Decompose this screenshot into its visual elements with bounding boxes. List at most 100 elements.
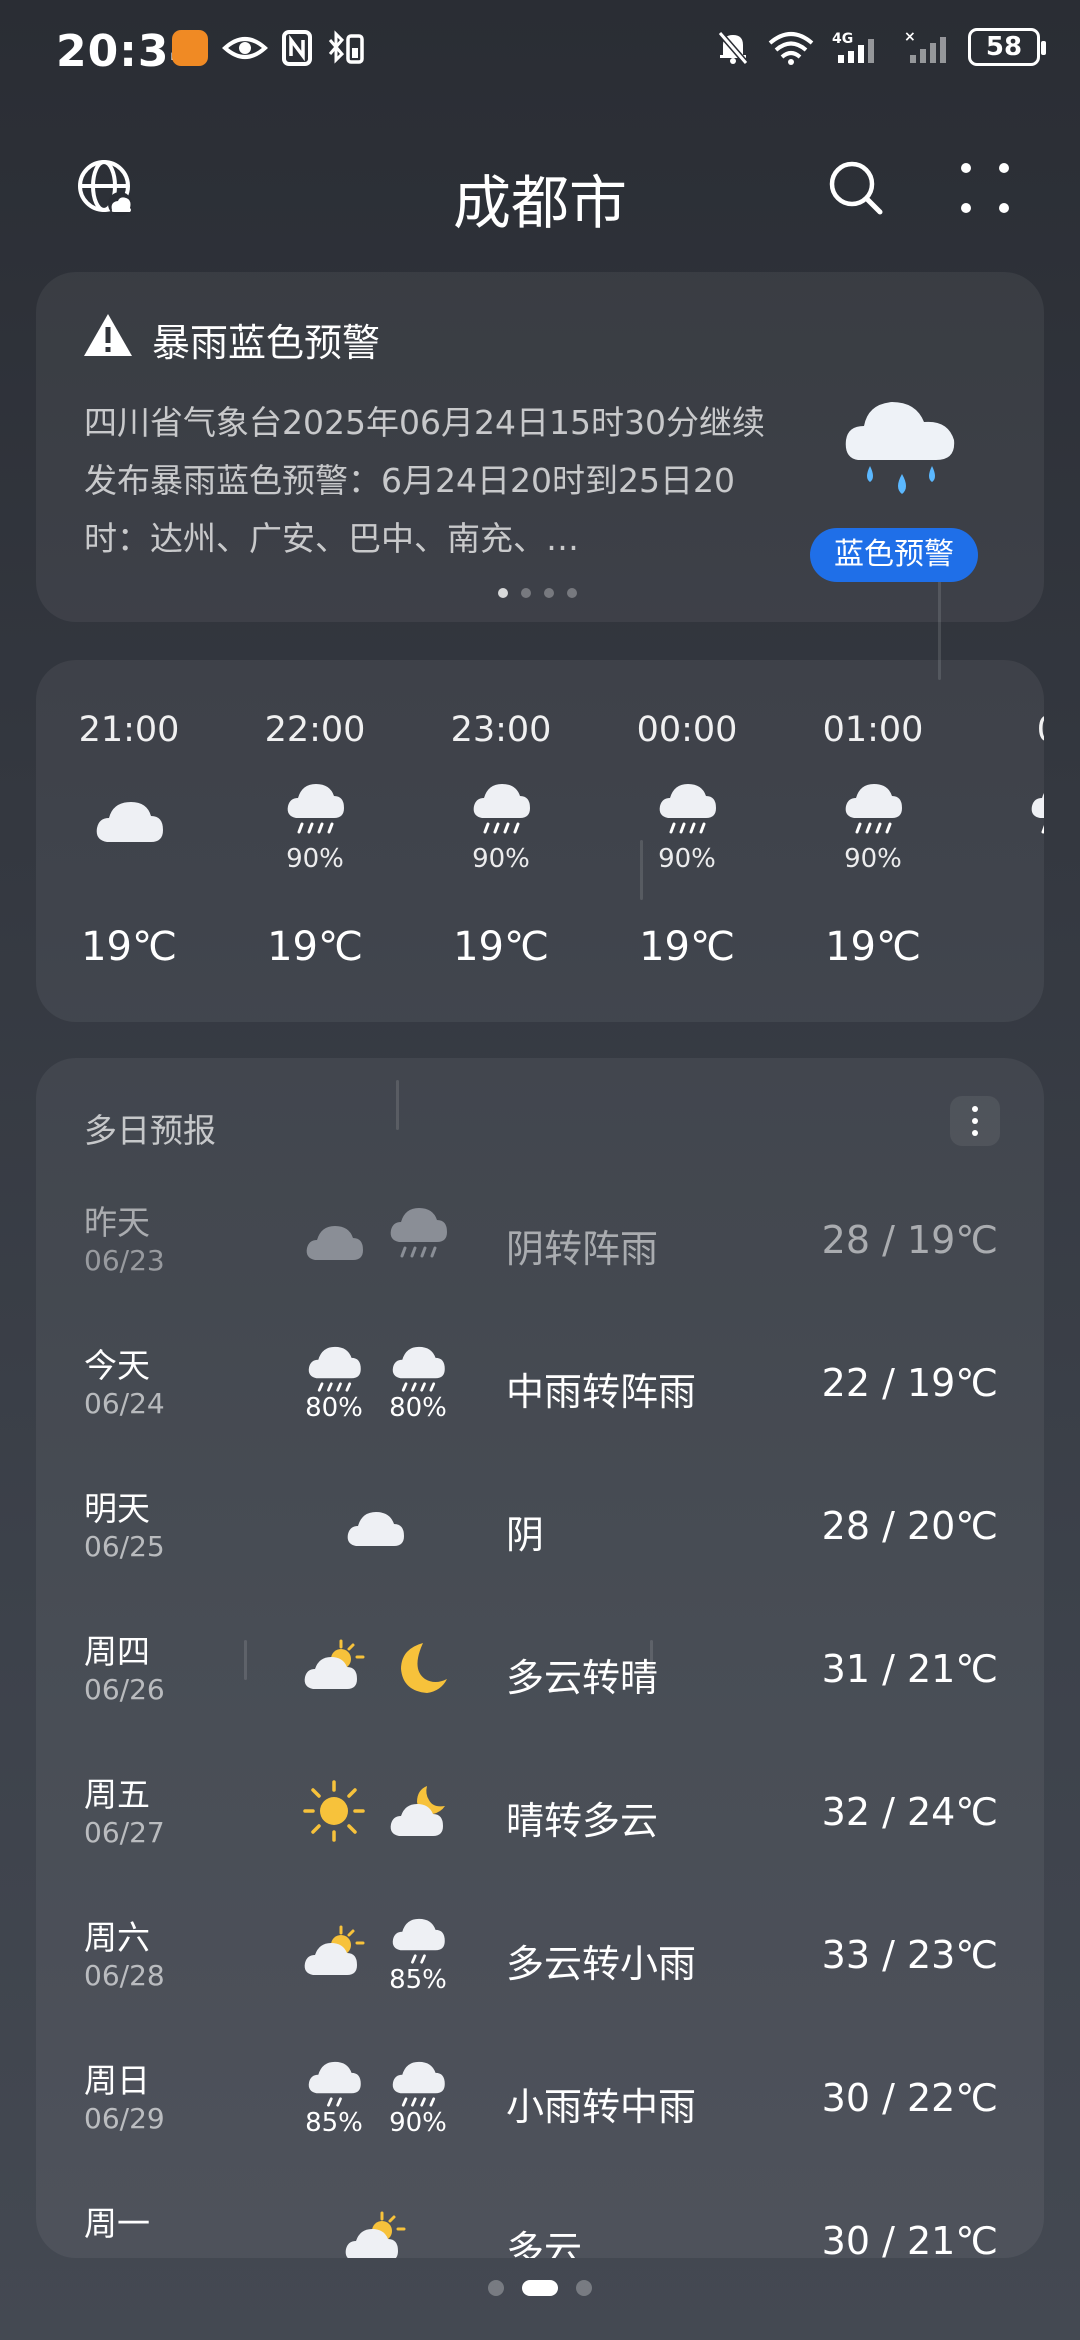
warning-icon [82,312,134,367]
signal-2-icon: × [904,29,952,65]
daily-row[interactable]: 周四 06/26 多云转晴 31 / 21℃ [36,1613,1044,1756]
hour-precip: 90% [472,844,530,874]
partly-cloudy-icon [300,1637,368,1699]
page-dot[interactable] [576,2280,592,2296]
day-date: 06/26 [84,1673,165,1706]
signal-4g-icon: 4G [832,29,888,65]
hourly-item[interactable]: 21:00 19℃ [36,660,222,1022]
alert-header: 暴雨蓝色预警 [82,312,380,367]
svg-text:×: × [904,29,916,45]
more-options-icon[interactable] [960,160,1010,220]
daily-row[interactable]: 周一 多云 30 / 21℃ [36,2185,1044,2258]
eye-icon [222,30,268,66]
day-precip: 80% [389,1393,447,1423]
alert-dot [567,588,577,598]
day-precip: 85% [389,1965,447,1995]
search-icon[interactable] [826,158,886,222]
day-temp-range: 28 / 19℃ [821,1218,998,1262]
daily-forecast-title: 多日预报 [84,1111,216,1150]
day-temp-range: 32 / 24℃ [821,1790,998,1834]
hourly-item[interactable]: 02 9 1 [966,660,1044,1022]
day-description: 晴转多云 [506,1799,659,1843]
daily-row[interactable]: 周六 06/28 85% 多云转小雨 33 / 23℃ [36,1899,1044,2042]
hour-time: 21:00 [78,710,180,750]
day-date: 06/24 [84,1387,165,1420]
day-date: 06/29 [84,2102,165,2135]
rain-icon [656,780,718,844]
status-bar: 20:34 4G × 58 [0,0,1080,110]
nfc-icon [282,30,312,66]
rain-icon: 80% [300,1345,368,1423]
rain-icon: 80% [384,1345,452,1423]
hour-temp: 1 [966,924,1044,970]
alert-description: 四川省气象台2025年06月24日15时30分继续发布暴雨蓝色预警：6月24日2… [84,403,765,558]
daily-forecast-card: 多日预报 昨天 06/23 阴转阵雨 28 / 19℃ 今天 06/24 80%… [36,1058,1044,2258]
battery-level: 58 [985,32,1023,62]
cloudy-icon [300,1220,368,1268]
hour-time: 01:00 [822,710,924,750]
daily-more-icon[interactable] [950,1096,1000,1146]
day-label: 明天 [84,1489,150,1528]
day-date: 06/27 [84,1816,165,1849]
daily-row[interactable]: 明天 06/25 阴 28 / 20℃ [36,1470,1044,1613]
hour-temp: 19℃ [453,924,549,970]
day-description: 阴 [506,1513,545,1557]
alert-dot [544,588,554,598]
page-dot[interactable] [488,2280,504,2296]
hour-temp: 19℃ [81,924,177,970]
day-description: 多云转晴 [506,1656,659,1700]
hourly-item[interactable]: 23:00 90% 19℃ [408,660,594,1022]
hourly-forecast-card[interactable]: 21:00 19℃ 22:00 90% 19℃ 23:00 90% 19℃ 00… [36,660,1044,1022]
day-temp-range: 30 / 22℃ [821,2076,998,2120]
cloudy-icon [93,794,165,850]
day-temp-range: 33 / 23℃ [821,1933,998,1977]
svg-text:4G: 4G [832,31,853,47]
hourly-item[interactable]: 00:00 90% 19℃ [594,660,780,1022]
page-indicator [0,2280,1080,2296]
hourly-item[interactable]: 01:00 90% 19℃ [780,660,966,1022]
day-description: 小雨转中雨 [506,2085,697,2129]
rain-icon: 90% [384,2060,452,2138]
daily-row[interactable]: 周日 06/29 85% 90% 小雨转中雨 30 / 22℃ [36,2042,1044,2185]
daily-row[interactable]: 昨天 06/23 阴转阵雨 28 / 19℃ [36,1184,1044,1327]
day-label: 周六 [84,1918,150,1957]
hour-precip: 90% [844,844,902,874]
hourly-item[interactable]: 22:00 90% 19℃ [222,660,408,1022]
alert-title: 暴雨蓝色预警 [152,321,381,365]
light-rain-icon: 85% [384,1917,452,1995]
day-description: 多云转小雨 [506,1942,697,1986]
day-precip: 90% [389,2108,447,2138]
city-title[interactable]: 成都市 [0,156,1080,240]
hour-precip: 9 [966,844,1044,874]
hour-time: 22:00 [264,710,366,750]
day-temp-range: 31 / 21℃ [821,1647,998,1691]
weather-alert-card[interactable]: 暴雨蓝色预警 四川省气象台2025年06月24日15时30分继续发布暴雨蓝色预警… [36,272,1044,622]
hour-time: 23:00 [450,710,552,750]
alert-dot [498,588,508,598]
hour-time: 02 [966,710,1044,750]
day-temp-range: 22 / 19℃ [821,1361,998,1405]
daily-row[interactable]: 今天 06/24 80% 80% 中雨转阵雨 22 / 19℃ [36,1327,1044,1470]
hour-precip: 90% [658,844,716,874]
app-header: 成都市 [0,140,1080,240]
hour-time: 00:00 [636,710,738,750]
rain-cloud-icon [836,382,966,516]
day-temp-range: 30 / 21℃ [821,2219,998,2258]
day-label: 周一 [84,2204,150,2243]
alert-level-badge: 蓝色预警 [810,528,978,582]
battery-indicator: 58 [968,28,1046,66]
day-date: 06/28 [84,1959,165,1992]
status-right-icons: 4G × 58 [716,28,1046,66]
rain-icon [470,780,532,844]
hour-temp: 19℃ [825,924,921,970]
day-description: 多云 [506,2228,583,2258]
day-label: 周日 [84,2061,150,2100]
rain-icon [284,780,346,844]
page-dot-active[interactable] [522,2280,558,2296]
daily-row[interactable]: 周五 06/27 晴转多云 32 / 24℃ [36,1756,1044,1899]
hour-temp: 19℃ [267,924,363,970]
cloudy-night-icon [384,1782,452,1844]
light-rain-icon: 85% [300,2060,368,2138]
day-temp-range: 28 / 20℃ [821,1504,998,1548]
alert-dot [521,588,531,598]
